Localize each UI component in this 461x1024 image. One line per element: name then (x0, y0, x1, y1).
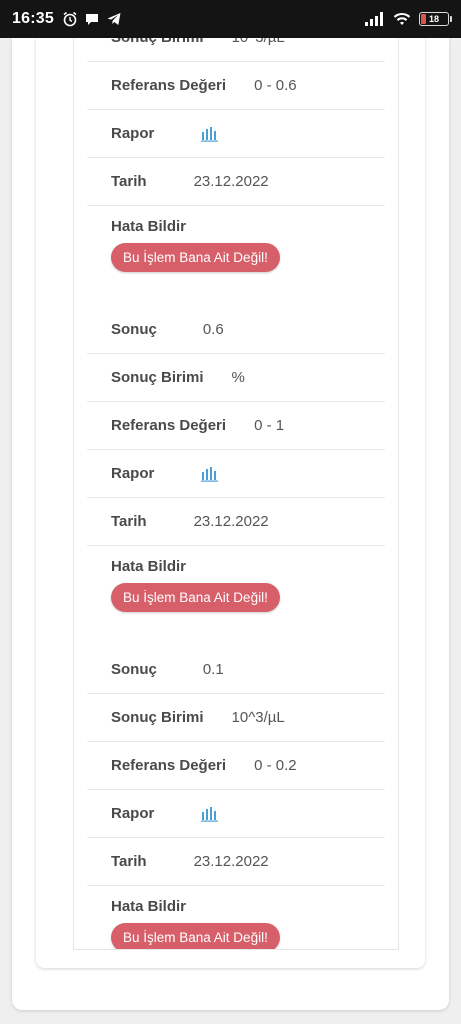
report-label: Rapor (111, 125, 155, 142)
row-reference: Referans Değeri 0 - 0.6 (87, 62, 385, 110)
row-report: Rapor (87, 790, 385, 838)
unit-value: 10^3/µL (231, 709, 285, 726)
wifi-icon (393, 12, 411, 25)
status-bar: 16:35 18 (0, 0, 461, 38)
row-result: Sonuç 0.1 (87, 646, 385, 694)
date-label: Tarih (111, 513, 147, 530)
not-mine-button[interactable]: Bu İşlem Bana Ait Değil! (111, 583, 280, 612)
reference-value: 0 - 0.6 (254, 77, 297, 94)
reference-value: 0 - 0.2 (254, 757, 297, 774)
chat-icon (85, 14, 98, 25)
report-label: Rapor (111, 465, 155, 482)
battery-level-text: 18 (428, 14, 439, 24)
reference-label: Referans Değeri (111, 417, 227, 434)
unit-label: Sonuç Birimi (111, 369, 204, 386)
row-unit: Sonuç Birimi 10^3/µL (87, 38, 385, 62)
result-value: 0.6 (202, 321, 224, 338)
date-value: 23.12.2022 (193, 173, 269, 190)
date-label: Tarih (111, 173, 147, 190)
date-value: 23.12.2022 (193, 853, 269, 870)
results-list: Sonuç Birimi 10^3/µL Referans Değeri 0 -… (73, 38, 399, 950)
battery-icon: 18 (419, 12, 452, 26)
unit-label: Sonuç Birimi (111, 38, 204, 46)
row-result: Sonuç 0.6 (87, 306, 385, 354)
unit-value: 10^3/µL (232, 38, 285, 46)
reference-value: 0 - 1 (254, 417, 285, 434)
report-label: Rapor (111, 805, 155, 822)
result-label: Sonuç (111, 321, 157, 338)
not-mine-button[interactable]: Bu İşlem Bana Ait Değil! (111, 243, 280, 272)
bar-chart-icon[interactable] (201, 806, 219, 822)
error-report-label: Hata Bildir (111, 898, 187, 915)
status-time: 16:35 (12, 10, 54, 27)
alarm-icon (63, 11, 77, 27)
signal-icon (365, 12, 383, 26)
result-value: 0.1 (202, 661, 224, 678)
reference-label: Referans Değeri (111, 77, 227, 94)
bar-chart-icon[interactable] (201, 126, 219, 142)
reference-label: Referans Değeri (111, 757, 227, 774)
row-unit: Sonuç Birimi 10^3/µL (87, 694, 385, 742)
not-mine-button[interactable]: Bu İşlem Bana Ait Değil! (111, 923, 280, 949)
unit-value: % (231, 369, 245, 386)
date-value: 23.12.2022 (193, 513, 269, 530)
row-date: Tarih 23.12.2022 (87, 498, 385, 546)
unit-label: Sonuç Birimi (111, 709, 204, 726)
telegram-icon (107, 13, 121, 25)
row-report: Rapor (87, 110, 385, 158)
result-label: Sonuç (111, 661, 157, 678)
bar-chart-icon[interactable] (201, 466, 219, 482)
row-unit: Sonuç Birimi % (87, 354, 385, 402)
error-report-label: Hata Bildir (111, 558, 187, 575)
row-reference: Referans Değeri 0 - 1 (87, 402, 385, 450)
error-report-section: Hata Bildir Bu İşlem Bana Ait Değil! (87, 206, 385, 306)
date-label: Tarih (111, 853, 147, 870)
row-date: Tarih 23.12.2022 (87, 158, 385, 206)
error-report-section: Hata Bildir Bu İşlem Bana Ait Değil! (87, 886, 385, 949)
row-reference: Referans Değeri 0 - 0.2 (87, 742, 385, 790)
row-date: Tarih 23.12.2022 (87, 838, 385, 886)
error-report-label: Hata Bildir (111, 218, 187, 235)
row-report: Rapor (87, 450, 385, 498)
error-report-section: Hata Bildir Bu İşlem Bana Ait Değil! (87, 546, 385, 646)
